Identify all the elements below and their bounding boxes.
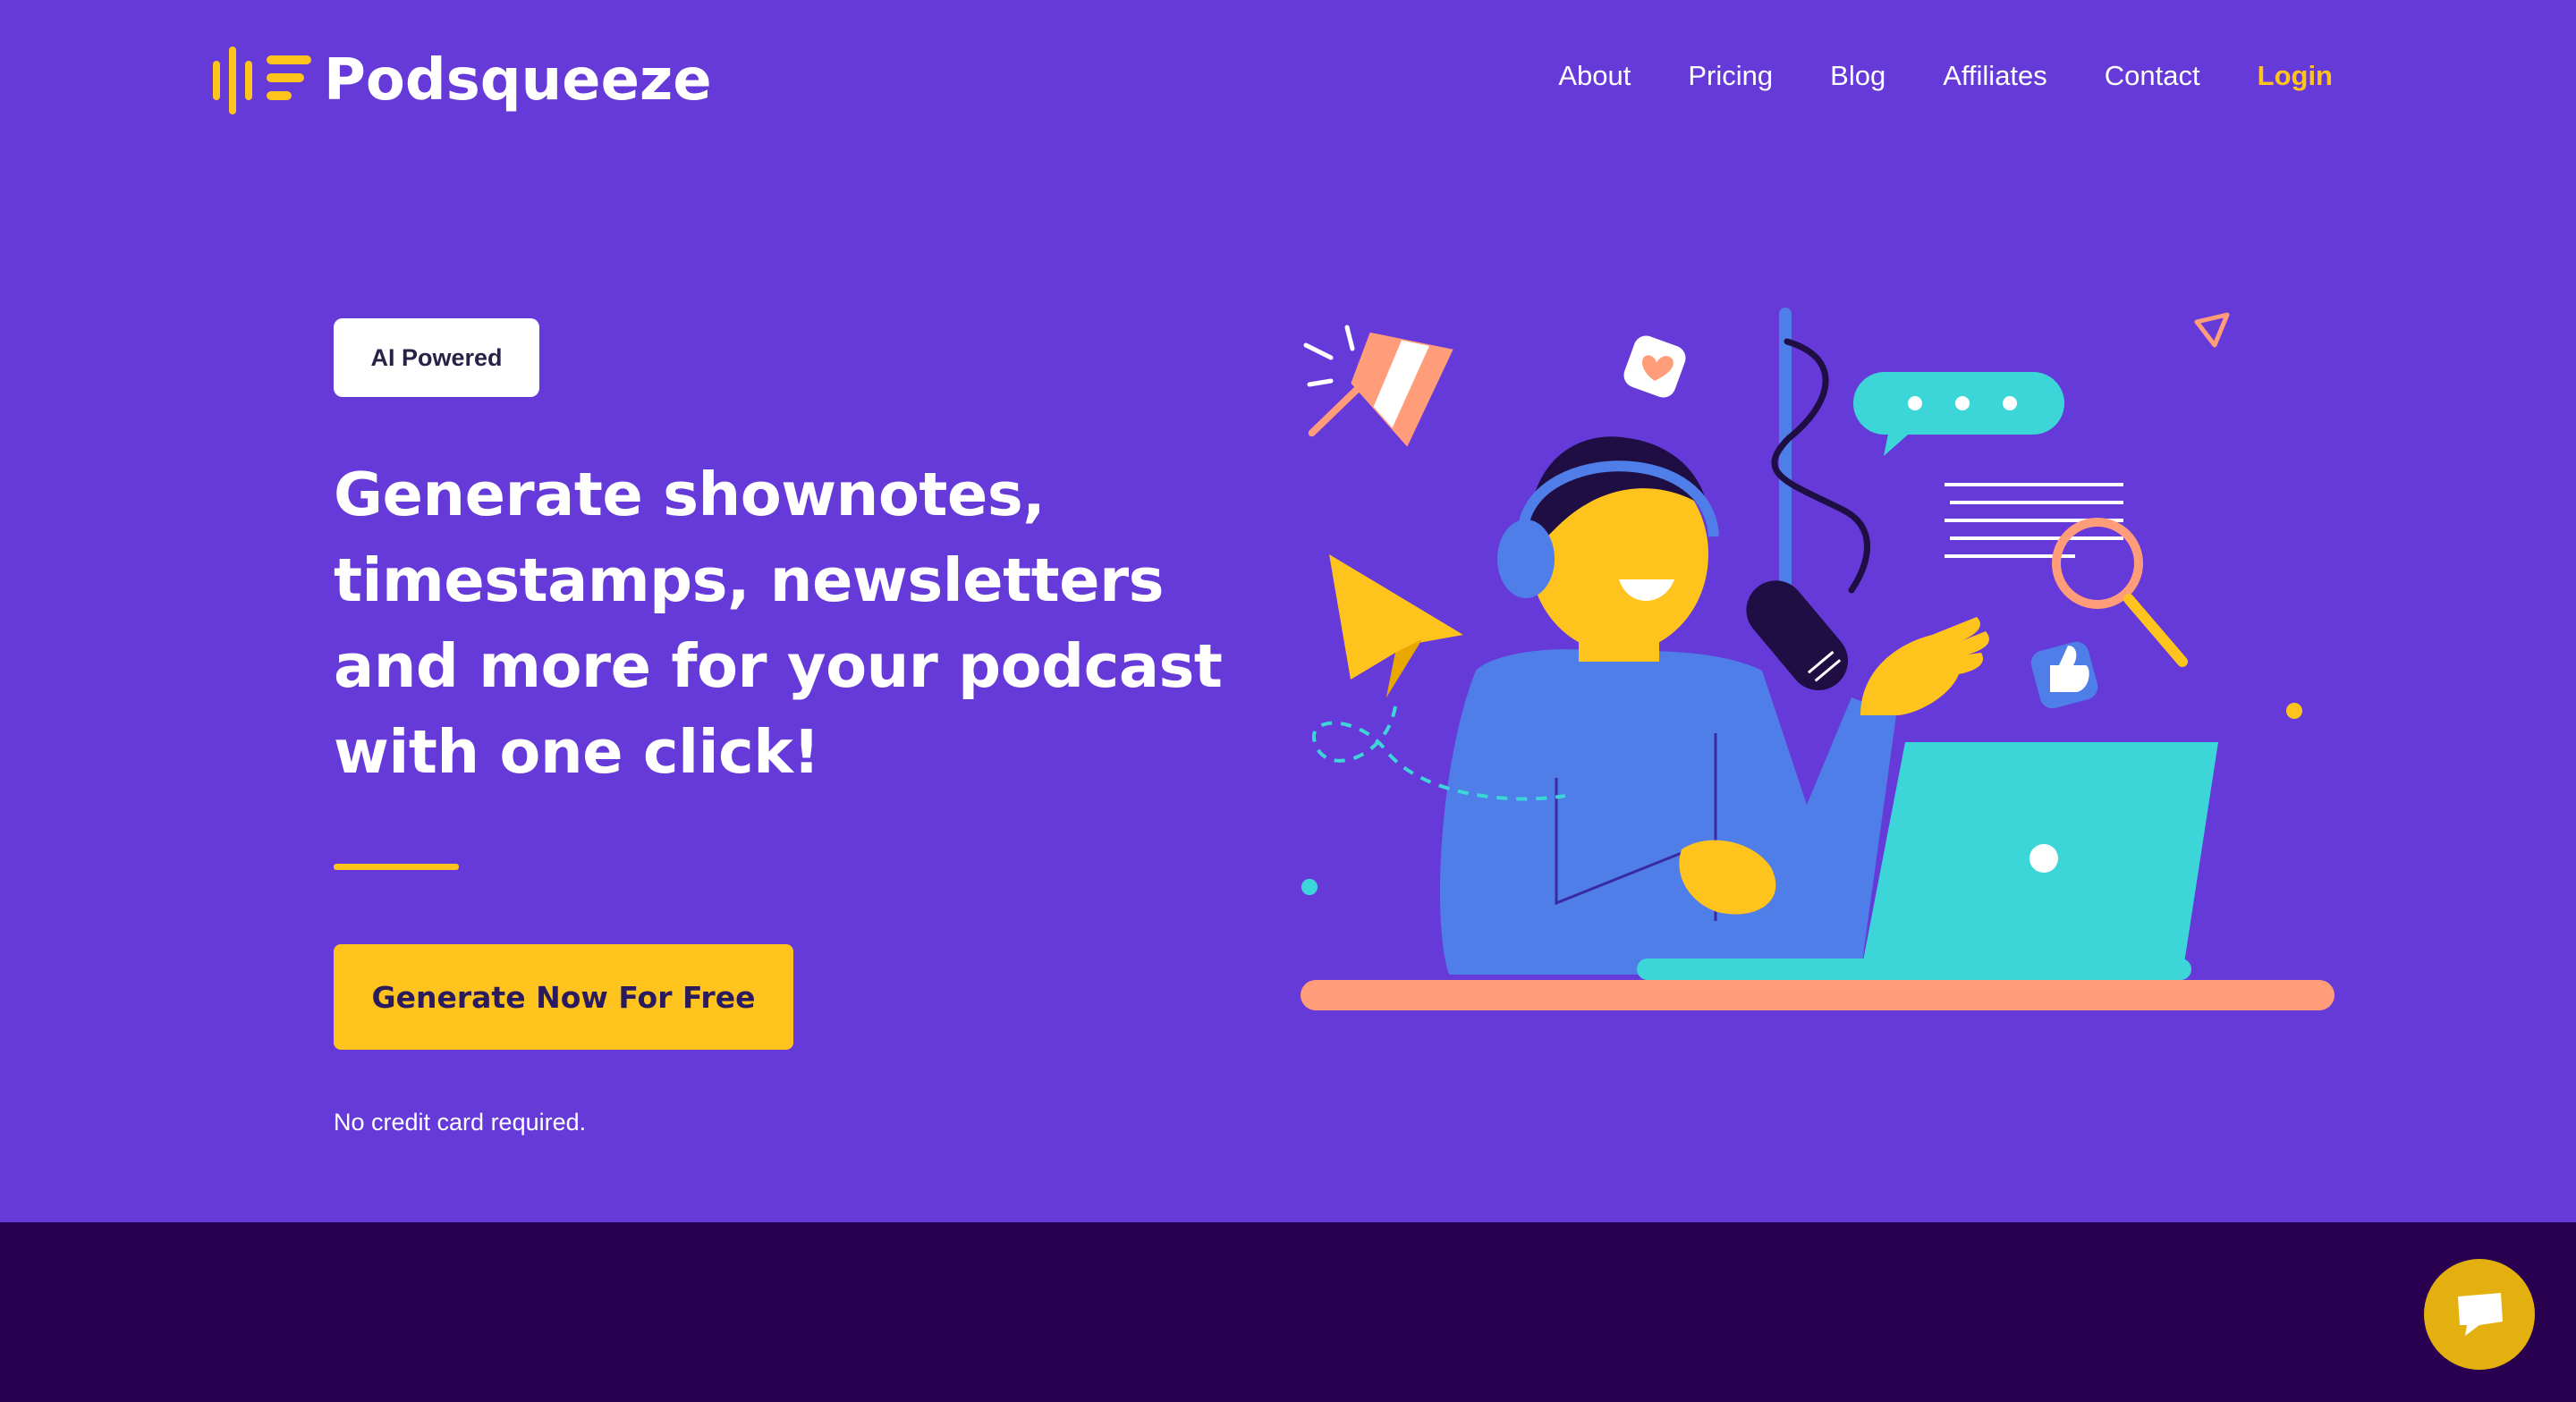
- nav-login[interactable]: Login: [2258, 60, 2333, 92]
- ai-powered-badge: AI Powered: [334, 318, 539, 397]
- nav-contact[interactable]: Contact: [2105, 60, 2200, 92]
- nav-blog[interactable]: Blog: [1830, 60, 1885, 92]
- chat-widget-button[interactable]: [2424, 1259, 2535, 1370]
- nav-pricing[interactable]: Pricing: [1688, 60, 1773, 92]
- brand-name: Podsqueeze: [324, 47, 712, 114]
- hero-headline: Generate shownotes, timestamps, newslett…: [334, 460, 1223, 787]
- brand-logo[interactable]: Podsqueeze: [213, 43, 712, 118]
- chat-bubble-icon: [2458, 1293, 2503, 1336]
- main-nav: About Pricing Blog Affiliates Contact Lo…: [1501, 54, 2333, 98]
- generate-now-button[interactable]: Generate Now For Free: [334, 944, 793, 1050]
- no-credit-card-note: No credit card required.: [334, 1109, 587, 1136]
- podcaster-illustration: [1301, 308, 2334, 1010]
- sound-wave-icon: [213, 46, 311, 114]
- next-section-band: [0, 1222, 2576, 1402]
- nav-about[interactable]: About: [1558, 60, 1631, 92]
- nav-affiliates[interactable]: Affiliates: [1943, 60, 2047, 92]
- headline-divider: [334, 864, 459, 870]
